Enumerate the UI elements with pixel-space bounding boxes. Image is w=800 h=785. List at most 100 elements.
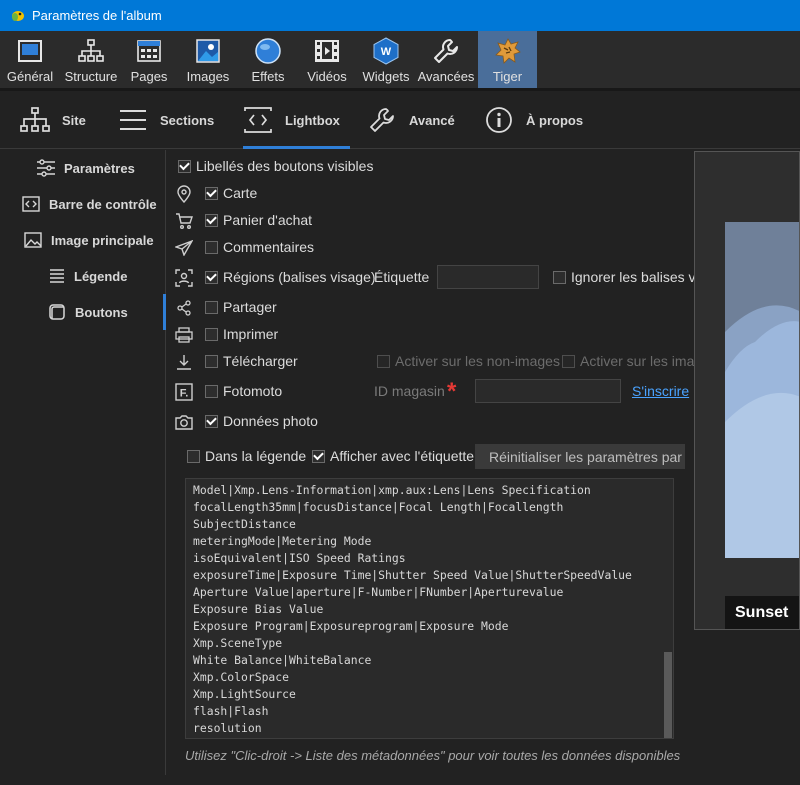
sitemap-icon — [20, 105, 50, 135]
download-option[interactable]: Télécharger — [205, 353, 298, 369]
printer-icon — [174, 325, 194, 345]
code-frame-icon — [243, 105, 273, 135]
nav-parametres[interactable]: Paramètres — [36, 158, 135, 178]
nav-active-indicator — [163, 294, 166, 330]
film-icon — [313, 37, 341, 65]
metadata-hint: Utilisez "Clic-droit -> Liste des métado… — [185, 748, 681, 763]
tag-input[interactable] — [437, 265, 539, 289]
svg-text:F.: F. — [180, 388, 189, 400]
show-with-label-checkbox[interactable] — [312, 449, 325, 463]
metadata-lines: Model|Xmp.Lens-Information|xmp.aux:Lens|… — [186, 479, 673, 737]
lines-icon — [46, 266, 66, 286]
download-icon — [174, 352, 194, 372]
toolbar-effects[interactable]: Effets — [240, 31, 296, 88]
toolbar-videos[interactable]: Vidéos — [296, 31, 358, 88]
labels-visible-option[interactable]: Libellés des boutons visibles — [178, 158, 373, 174]
metadata-scrollbar[interactable] — [663, 479, 673, 738]
regions-option[interactable]: Régions (balises visage) — [205, 269, 376, 285]
metadata-line: Exposure Bias Value — [193, 602, 324, 616]
code-icon — [21, 194, 41, 214]
title-bar: Paramètres de l'album — [0, 0, 800, 31]
print-checkbox[interactable] — [205, 327, 218, 341]
toolbar-tiger[interactable]: Tiger — [478, 31, 537, 88]
photo-data-checkbox[interactable] — [205, 414, 218, 428]
svg-text:W: W — [381, 46, 392, 58]
fotomoto-checkbox[interactable] — [205, 384, 218, 398]
tab-about[interactable]: À propos — [484, 91, 583, 149]
toolbar-general[interactable]: Général — [0, 31, 60, 88]
enable-non-images-checkbox[interactable] — [377, 354, 390, 368]
store-id-input[interactable] — [475, 379, 621, 403]
main-toolbar: Général Structure Pages Images Effets Vi… — [0, 31, 800, 88]
tab-sections[interactable]: Sections — [118, 91, 214, 149]
labels-visible-checkbox[interactable] — [178, 159, 191, 173]
metadata-line: meteringMode|Metering Mode — [193, 534, 372, 548]
nav-image-principale[interactable]: Image principale — [23, 230, 154, 250]
fotomoto-option[interactable]: Fotomoto — [205, 383, 282, 399]
tab-lightbox[interactable]: Lightbox — [243, 91, 350, 149]
cart-icon — [174, 211, 194, 231]
toolbar-structure[interactable]: Structure — [60, 31, 122, 88]
metadata-line: isoEquivalent|ISO Speed Ratings — [193, 551, 406, 565]
widgets-icon: W — [372, 37, 400, 65]
nav-barre-de-controle[interactable]: Barre de contrôle — [21, 194, 157, 214]
tag-label: Étiquette — [374, 269, 430, 285]
tab-about-label: À propos — [526, 112, 584, 128]
map-option[interactable]: Carte — [205, 185, 257, 201]
reset-defaults-button[interactable]: Réinitialiser les paramètres par dé — [475, 444, 685, 469]
comments-checkbox[interactable] — [205, 240, 218, 254]
window-title: Paramètres de l'album — [32, 8, 162, 23]
enable-images-option[interactable]: Activer sur les imag — [562, 353, 702, 369]
map-pin-icon — [174, 184, 194, 204]
info-icon — [484, 105, 514, 135]
tab-site-label: Site — [62, 112, 86, 128]
window-icon — [16, 37, 44, 65]
enable-non-images-option[interactable]: Activer sur les non-images — [377, 353, 560, 369]
toolbar-advanced[interactable]: Avancées — [414, 31, 478, 88]
in-caption-checkbox[interactable] — [187, 449, 200, 463]
tab-advanced[interactable]: Avancé — [367, 91, 455, 149]
enable-images-checkbox[interactable] — [562, 354, 575, 368]
signup-link[interactable]: S'inscrire — [632, 383, 689, 399]
face-tag-icon — [174, 268, 194, 288]
toolbar-images[interactable]: Images — [176, 31, 240, 88]
cart-option[interactable]: Panier d'achat — [205, 212, 312, 228]
metadata-textarea[interactable]: Model|Xmp.Lens-Information|xmp.aux:Lens|… — [185, 478, 674, 739]
metadata-line: flash|Flash — [193, 704, 269, 718]
app-icon — [12, 10, 24, 21]
print-option[interactable]: Imprimer — [205, 326, 278, 342]
regions-checkbox[interactable] — [205, 270, 218, 284]
square-icon — [47, 302, 67, 322]
ignore-face-tags-option[interactable]: Ignorer les balises vid — [553, 269, 706, 285]
metadata-line: SubjectDistance — [193, 517, 296, 531]
section-tabs: Site Sections Lightbox Avancé À propos — [0, 91, 800, 149]
ignore-face-tags-checkbox[interactable] — [553, 270, 566, 284]
store-id-label: ID magasin — [374, 383, 445, 399]
share-option[interactable]: Partager — [205, 299, 277, 315]
metadata-line: focalLength35mm|focusDistance|Focal Leng… — [193, 500, 564, 514]
nav-boutons[interactable]: Boutons — [47, 302, 128, 322]
toolbar-widgets[interactable]: W Widgets — [358, 31, 414, 88]
show-with-label-option[interactable]: Afficher avec l'étiquette — [312, 448, 474, 464]
preview-photo — [725, 222, 799, 558]
nav-legende[interactable]: Légende — [46, 266, 127, 286]
map-checkbox[interactable] — [205, 186, 218, 200]
metadata-line: exposureTime|Exposure Time|Shutter Speed… — [193, 568, 632, 582]
tab-sections-label: Sections — [160, 112, 215, 128]
tab-site[interactable]: Site — [20, 91, 86, 149]
share-checkbox[interactable] — [205, 300, 218, 314]
image-icon — [23, 230, 43, 250]
toolbar-pages[interactable]: Pages — [122, 31, 176, 88]
photo-data-option[interactable]: Données photo — [205, 413, 318, 429]
in-caption-option[interactable]: Dans la légende — [187, 448, 306, 464]
metadata-line: Model|Xmp.Lens-Information|xmp.aux:Lens|… — [193, 483, 591, 497]
share-icon — [174, 298, 194, 318]
download-checkbox[interactable] — [205, 354, 218, 368]
metadata-line: Xmp.LightSource — [193, 687, 296, 701]
cart-checkbox[interactable] — [205, 213, 218, 227]
comments-option[interactable]: Commentaires — [205, 239, 314, 255]
effects-icon — [254, 37, 282, 65]
metadata-scroll-thumb[interactable] — [664, 652, 672, 738]
preview-photo-landscape — [725, 222, 799, 558]
metadata-line: Xmp.SceneType — [193, 636, 283, 650]
